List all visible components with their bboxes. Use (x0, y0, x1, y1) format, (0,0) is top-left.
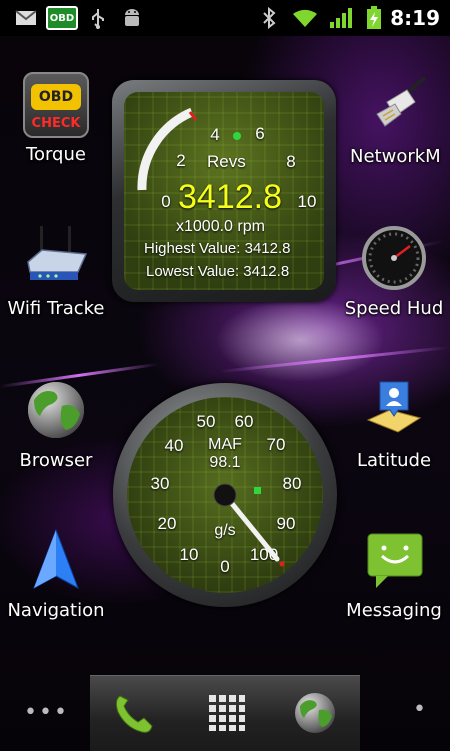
app-label: Latitude (356, 450, 432, 471)
revs-tick: 4 (210, 125, 220, 144)
revs-highest: Highest Value: 3412.8 (144, 240, 291, 257)
android-debug-icon (120, 6, 144, 30)
wifi-icon (290, 6, 320, 30)
app-label: Torque (26, 144, 86, 165)
obd-icon: OBD (46, 6, 78, 30)
app-label: Navigation (7, 600, 105, 621)
revs-tick: 10 (297, 192, 317, 211)
usb-icon (88, 6, 108, 30)
app-label: NetworkM (350, 146, 441, 167)
obd-check-icon: OBD CHECK (23, 72, 89, 138)
phone-icon[interactable] (110, 690, 156, 736)
app-messaging[interactable]: Messaging (339, 526, 449, 621)
bluetooth-icon (260, 6, 278, 30)
revs-tick: 8 (286, 152, 296, 171)
maf-needle (213, 483, 285, 567)
revs-tick: 0 (161, 192, 171, 211)
latitude-map-icon (360, 376, 428, 444)
obd-icon-label: OBD (49, 12, 75, 24)
app-browser[interactable]: Browser (1, 376, 111, 471)
app-label: Speed Hud (344, 298, 444, 319)
revs-value: 3412.8 (178, 178, 282, 216)
app-latitude[interactable]: Latitude (339, 376, 449, 471)
app-wifi-tracker[interactable]: Wifi Tracke (1, 224, 111, 319)
app-label: Messaging (346, 600, 442, 621)
speedometer-icon (360, 224, 428, 292)
revs-tick: 2 (176, 151, 186, 170)
revs-gauge-widget[interactable]: 0 2 4 6 8 10 Revs 3412.8 x1000.0 rpm Hig… (112, 80, 336, 302)
navigation-arrow-icon (22, 526, 90, 594)
dock (90, 675, 360, 751)
maf-gauge-widget[interactable]: 0 10 20 30 40 50 60 70 80 90 100 MAF 98.… (113, 383, 337, 607)
battery-charging-icon (364, 6, 384, 30)
maf-gauge-face: 0 10 20 30 40 50 60 70 80 90 100 MAF 98.… (127, 397, 323, 593)
revs-lowest: Lowest Value: 3412.8 (146, 263, 290, 280)
signal-icon (328, 6, 354, 30)
dock-page-indicator: • (413, 697, 426, 722)
status-clock: 8:19 (390, 6, 440, 30)
app-label: Wifi Tracke (7, 298, 105, 319)
messaging-bubble-icon (360, 526, 428, 594)
globe-icon (22, 376, 90, 444)
dock-more-dots[interactable]: ••• (24, 700, 69, 725)
browser-globe-icon[interactable] (292, 690, 338, 736)
network-cable-icon (363, 72, 431, 140)
gmail-icon (14, 6, 38, 30)
obd-check-bottom-label: CHECK (31, 116, 81, 131)
revs-label: Revs (207, 152, 246, 171)
app-network[interactable]: NetworkM (342, 72, 450, 167)
revs-tick: 6 (255, 124, 265, 143)
revs-gauge-face: 0 2 4 6 8 10 Revs 3412.8 x1000.0 rpm Hig… (124, 92, 324, 290)
obd-check-top-label: OBD (38, 89, 74, 105)
app-speed-hud[interactable]: Speed Hud (339, 224, 449, 319)
app-drawer-grid-icon[interactable] (207, 693, 247, 733)
revs-unit: x1000.0 rpm (176, 218, 265, 235)
status-bar: OBD 8:19 (0, 0, 450, 36)
app-torque[interactable]: OBD CHECK Torque (1, 72, 111, 165)
wireless-router-icon (22, 224, 90, 292)
app-label: Browser (19, 450, 93, 471)
app-navigation[interactable]: Navigation (1, 526, 111, 621)
